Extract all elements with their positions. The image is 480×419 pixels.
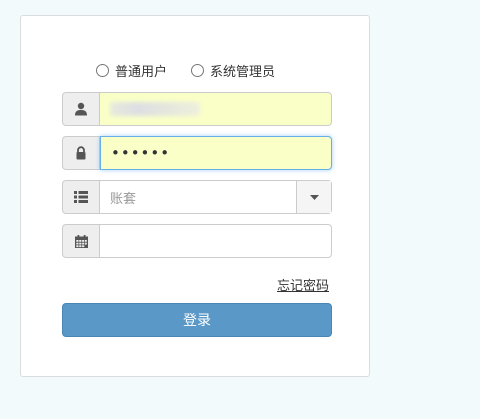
username-value-redacted (110, 102, 200, 116)
account-set-placeholder: 账套 (110, 191, 137, 207)
login-button[interactable]: 登录 (62, 303, 332, 337)
role-selector: 普通用户 系统管理员 (96, 60, 306, 80)
account-set-addon (62, 180, 100, 214)
forgot-password-link[interactable]: 忘记密码 (277, 275, 329, 294)
role-option-system-admin[interactable]: 系统管理员 (191, 61, 275, 80)
calendar-icon (74, 234, 88, 248)
date-group (62, 224, 332, 258)
date-input[interactable] (100, 224, 332, 258)
username-group (62, 92, 332, 126)
role-label-normal-user: 普通用户 (115, 64, 168, 80)
role-label-system-admin: 系统管理员 (210, 64, 276, 80)
password-addon (62, 136, 100, 170)
password-group: •••••• (62, 136, 332, 170)
radio-button-normal-user[interactable] (96, 63, 109, 77)
radio-button-system-admin[interactable] (191, 63, 205, 77)
date-addon (62, 224, 100, 258)
password-value: •••••• (111, 144, 171, 162)
login-panel: 普通用户 系统管理员 •••••• 账套 忘记密码 登录 (20, 15, 370, 377)
account-set-select[interactable]: 账套 (100, 180, 332, 214)
caret-down-icon (309, 194, 319, 200)
account-set-dropdown-toggle[interactable] (296, 181, 331, 213)
user-icon (75, 102, 87, 116)
list-icon (74, 191, 88, 203)
account-set-group: 账套 (62, 180, 332, 214)
role-option-normal-user[interactable]: 普通用户 (96, 61, 167, 80)
username-input[interactable] (100, 92, 332, 126)
password-input[interactable]: •••••• (100, 136, 332, 170)
username-addon (62, 92, 100, 126)
lock-icon (76, 146, 86, 160)
